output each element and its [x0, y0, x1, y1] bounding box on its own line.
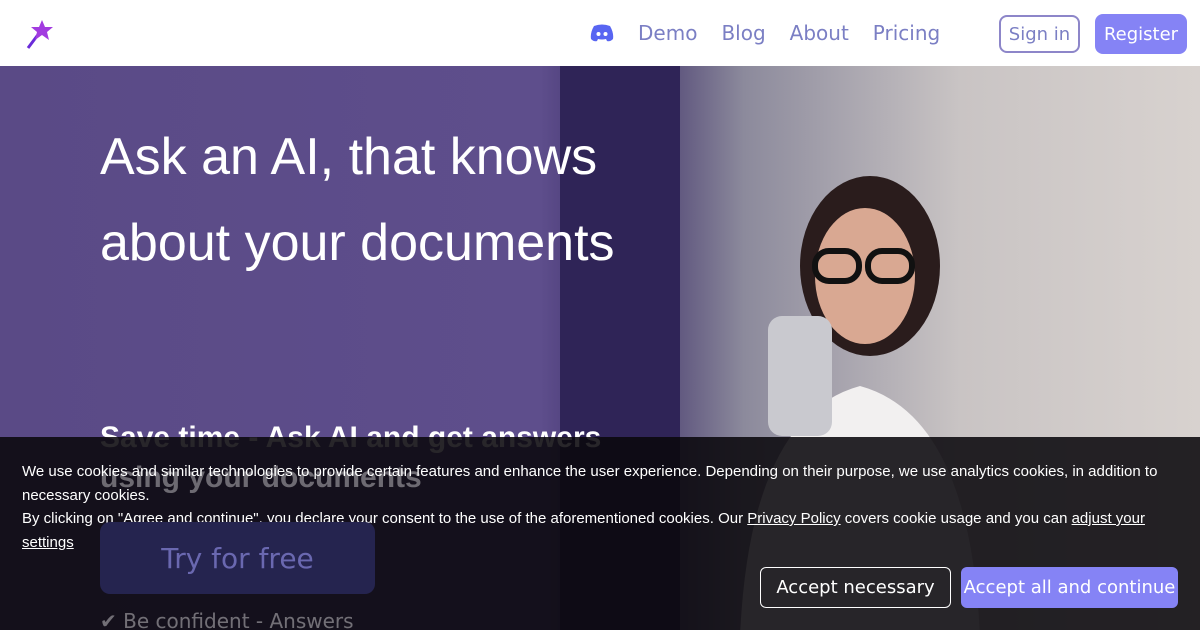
discord-icon[interactable]: [590, 24, 614, 42]
try-for-free-button[interactable]: Try for free: [100, 522, 375, 594]
sign-in-button[interactable]: Sign in: [999, 15, 1080, 53]
hero-subtitle-line-2: using your documents: [100, 461, 422, 494]
register-button[interactable]: Register: [1095, 14, 1187, 54]
magic-wand-logo-icon[interactable]: [22, 16, 58, 52]
accept-all-button[interactable]: Accept all and continue: [961, 567, 1178, 608]
nav-blog[interactable]: Blog: [721, 21, 765, 45]
feature-text: Be confident - Answers: [123, 609, 354, 633]
hero-title: Ask an AI, that knows about your documen…: [100, 128, 615, 272]
top-nav: Demo Blog About Pricing Sign in Register: [0, 0, 1200, 66]
nav-demo[interactable]: Demo: [638, 21, 697, 45]
nav-about[interactable]: About: [790, 21, 849, 45]
cookie-text-part: covers cookie usage and you can: [840, 510, 1072, 527]
privacy-policy-link[interactable]: Privacy Policy: [747, 510, 840, 527]
nav-links: Demo Blog About Pricing: [590, 0, 940, 66]
nav-pricing[interactable]: Pricing: [873, 21, 940, 45]
check-icon: ✔: [100, 609, 124, 633]
feature-confident: ✔ Be confident - Answers: [100, 610, 354, 632]
accept-necessary-button[interactable]: Accept necessary: [760, 567, 951, 608]
